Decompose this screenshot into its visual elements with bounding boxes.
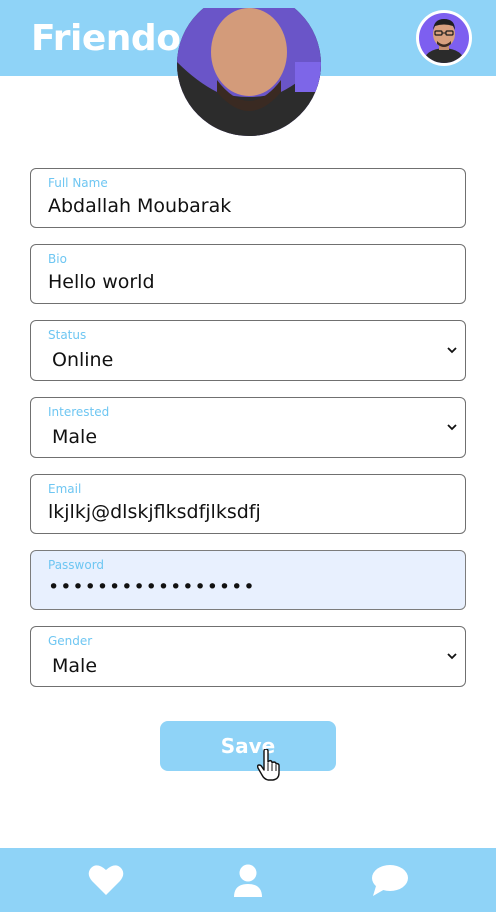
email-field[interactable]: Email lkjlkj@dlskjflksdfjlksdfj	[30, 474, 466, 534]
save-button[interactable]: Save	[160, 721, 336, 771]
interested-value[interactable]: Male	[52, 426, 97, 448]
user-avatar-icon	[419, 13, 469, 63]
profile-picture-icon	[177, 8, 321, 136]
gender-value[interactable]: Male	[52, 655, 97, 677]
gender-select[interactable]: Gender Male	[30, 626, 466, 687]
header-avatar[interactable]	[416, 10, 472, 66]
status-select[interactable]: Status Online	[30, 320, 466, 381]
status-value[interactable]: Online	[52, 349, 113, 371]
status-label: Status	[48, 328, 87, 342]
chevron-down-icon[interactable]	[447, 422, 457, 432]
profile-icon[interactable]	[232, 864, 264, 898]
bio-label: Bio	[48, 252, 67, 266]
chevron-down-icon[interactable]	[447, 651, 457, 661]
full-name-field[interactable]: Full Name Abdallah Moubarak	[30, 168, 466, 228]
password-field[interactable]: Password •••••••••••••••••	[30, 550, 466, 610]
password-label: Password	[48, 558, 105, 572]
chevron-down-icon[interactable]	[447, 345, 457, 355]
profile-form: Full Name Abdallah Moubarak Bio Hello wo…	[30, 168, 466, 703]
email-label: Email	[48, 482, 82, 496]
gender-label: Gender	[48, 634, 93, 648]
bio-field[interactable]: Bio Hello world	[30, 244, 466, 304]
full-name-label: Full Name	[48, 176, 108, 190]
bottom-nav	[0, 848, 496, 912]
full-name-input[interactable]: Abdallah Moubarak	[48, 195, 231, 217]
hand-cursor-icon	[257, 749, 280, 781]
interested-select[interactable]: Interested Male	[30, 397, 466, 458]
chat-icon[interactable]	[371, 864, 409, 898]
bio-input[interactable]: Hello world	[48, 271, 155, 293]
email-input[interactable]: lkjlkj@dlskjflksdfjlksdfj	[48, 501, 261, 523]
interested-label: Interested	[48, 405, 110, 419]
heart-icon[interactable]	[88, 864, 124, 896]
password-input[interactable]: •••••••••••••••••	[48, 576, 256, 598]
profile-photo[interactable]	[177, 8, 321, 136]
